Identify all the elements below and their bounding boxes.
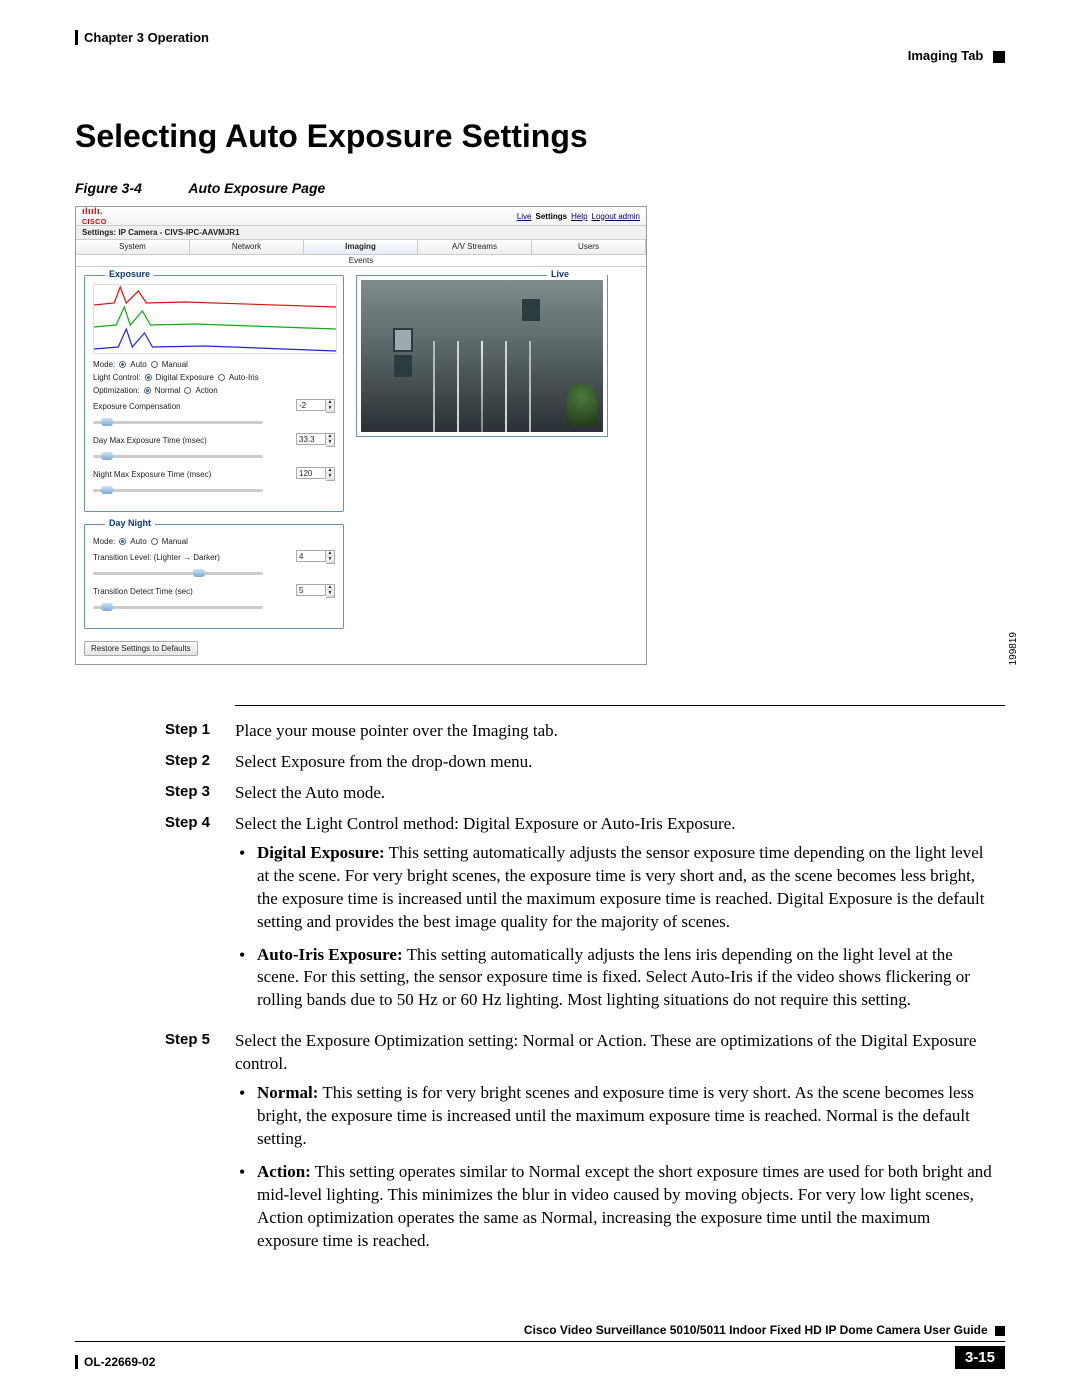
step2-text: Select Exposure from the drop-down menu. bbox=[235, 751, 995, 774]
day-max-spinner[interactable]: ▲▼ bbox=[326, 433, 335, 447]
tab-av-streams[interactable]: A/V Streams bbox=[418, 240, 532, 254]
step4-bullet2: Auto-Iris Exposure: This setting automat… bbox=[235, 944, 995, 1013]
histogram bbox=[93, 284, 337, 354]
figure-caption: Figure 3-4 Auto Exposure Page bbox=[75, 180, 1005, 196]
live-preview-panel: Live Preview bbox=[356, 275, 608, 437]
comp-label: Exposure Compensation bbox=[93, 402, 181, 411]
mode-label: Mode: bbox=[93, 360, 115, 369]
dn-detect-value[interactable]: 5 bbox=[296, 584, 326, 596]
footer-guide-title: Cisco Video Surveillance 5010/5011 Indoo… bbox=[524, 1323, 988, 1337]
dn-mode-label: Mode: bbox=[93, 537, 115, 546]
main-tabs: System Network Imaging A/V Streams Users bbox=[76, 240, 646, 255]
dn-mode-auto-label: Auto bbox=[130, 537, 146, 546]
optim-normal-label: Normal bbox=[155, 386, 181, 395]
night-max-label: Night Max Exposure Time (msec) bbox=[93, 470, 211, 479]
step2-label: Step 2 bbox=[165, 751, 235, 774]
dn-trans-value[interactable]: 4 bbox=[296, 550, 326, 562]
optim-action-radio[interactable] bbox=[184, 387, 191, 394]
step4-label: Step 4 bbox=[165, 813, 235, 1023]
exposure-title: Exposure bbox=[105, 269, 154, 279]
step3-text: Select the Auto mode. bbox=[235, 782, 995, 805]
mode-manual-label: Manual bbox=[162, 360, 188, 369]
comp-slider[interactable] bbox=[93, 417, 263, 427]
daynight-title: Day Night bbox=[105, 518, 155, 528]
step5-text: Select the Exposure Optimization setting… bbox=[235, 1031, 976, 1073]
day-max-slider[interactable] bbox=[93, 451, 263, 461]
figure-image-id: 199819 bbox=[1008, 632, 1019, 665]
cisco-logo: ılıılı.CISCO bbox=[82, 206, 107, 226]
light-label: Light Control: bbox=[93, 373, 141, 382]
figure-name: Auto Exposure Page bbox=[188, 180, 325, 196]
header-chapter: Chapter 3 Operation bbox=[75, 30, 209, 45]
step1-label: Step 1 bbox=[165, 720, 235, 743]
light-autoiris-label: Auto-Iris bbox=[229, 373, 259, 382]
dn-detect-spinner[interactable]: ▲▼ bbox=[326, 584, 335, 598]
night-max-value[interactable]: 120 bbox=[296, 467, 326, 479]
mode-auto-label: Auto bbox=[130, 360, 146, 369]
comp-spinner[interactable]: ▲▼ bbox=[326, 399, 335, 413]
live-preview-image bbox=[361, 280, 603, 432]
optim-action-label: Action bbox=[195, 386, 217, 395]
dn-mode-auto-radio[interactable] bbox=[119, 538, 126, 545]
day-max-label: Day Max Exposure Time (msec) bbox=[93, 436, 207, 445]
steps-list: Step 1 Place your mouse pointer over the… bbox=[165, 720, 995, 1263]
page-header: Chapter 3 Operation Imaging Tab bbox=[75, 30, 1005, 63]
page-title: Selecting Auto Exposure Settings bbox=[75, 118, 1005, 155]
step1-text: Place your mouse pointer over the Imagin… bbox=[235, 720, 995, 743]
restore-defaults-button[interactable]: Restore Settings to Defaults bbox=[84, 641, 198, 656]
nav-live[interactable]: Live bbox=[517, 212, 532, 221]
tab-system[interactable]: System bbox=[76, 240, 190, 254]
step3-label: Step 3 bbox=[165, 782, 235, 805]
light-digital-label: Digital Exposure bbox=[156, 373, 214, 382]
mode-auto-radio[interactable] bbox=[119, 361, 126, 368]
settings-breadcrumb: Settings: IP Camera - CIVS-IPC-AAVMJR1 bbox=[76, 226, 646, 240]
horizontal-rule bbox=[235, 705, 1005, 706]
night-max-slider[interactable] bbox=[93, 485, 263, 495]
step5-label: Step 5 bbox=[165, 1030, 235, 1262]
dn-trans-slider[interactable] bbox=[93, 568, 263, 578]
exposure-panel: Exposure Mode: Auto bbox=[84, 275, 344, 512]
nav-logout[interactable]: Logout admin bbox=[592, 212, 640, 221]
footer-doc-id: OL-22669-02 bbox=[75, 1355, 155, 1369]
step4-bullet1: Digital Exposure: This setting automatic… bbox=[235, 842, 995, 934]
light-autoiris-radio[interactable] bbox=[218, 374, 225, 381]
light-digital-radio[interactable] bbox=[145, 374, 152, 381]
daynight-panel: Day Night Mode: Auto Manual Transition L… bbox=[84, 524, 344, 629]
page-footer: Cisco Video Surveillance 5010/5011 Indoo… bbox=[75, 1323, 1005, 1369]
nav-settings[interactable]: Settings bbox=[536, 212, 568, 221]
figure-screenshot: ılıılı.CISCO Live Settings Help Logout a… bbox=[75, 206, 1005, 665]
dn-trans-spinner[interactable]: ▲▼ bbox=[326, 550, 335, 564]
comp-value[interactable]: -2 bbox=[296, 399, 326, 411]
step5-bullet1: Normal: This setting is for very bright … bbox=[235, 1082, 995, 1151]
dn-detect-label: Transition Detect Time (sec) bbox=[93, 587, 193, 596]
footer-square-icon bbox=[995, 1326, 1005, 1336]
page-number: 3-15 bbox=[955, 1346, 1005, 1369]
step5-bullet2: Action: This setting operates similar to… bbox=[235, 1161, 995, 1253]
step4-text: Select the Light Control method: Digital… bbox=[235, 814, 735, 833]
dn-trans-label: Transition Level: (Lighter → Darker) bbox=[93, 553, 220, 562]
tab-network[interactable]: Network bbox=[190, 240, 304, 254]
dn-mode-manual-label: Manual bbox=[162, 537, 188, 546]
header-square-icon bbox=[993, 51, 1005, 63]
nav-help[interactable]: Help bbox=[571, 212, 587, 221]
night-max-spinner[interactable]: ▲▼ bbox=[326, 467, 335, 481]
tab-imaging[interactable]: Imaging bbox=[304, 240, 418, 254]
tab-users[interactable]: Users bbox=[532, 240, 646, 254]
day-max-value[interactable]: 33.3 bbox=[296, 433, 326, 445]
figure-number: Figure 3-4 bbox=[75, 180, 185, 196]
dn-detect-slider[interactable] bbox=[93, 602, 263, 612]
optim-normal-radio[interactable] bbox=[144, 387, 151, 394]
optim-label: Optimization: bbox=[93, 386, 140, 395]
header-section: Imaging Tab bbox=[908, 48, 984, 63]
subtab-events[interactable]: Events bbox=[76, 255, 646, 267]
dn-mode-manual-radio[interactable] bbox=[151, 538, 158, 545]
mode-manual-radio[interactable] bbox=[151, 361, 158, 368]
